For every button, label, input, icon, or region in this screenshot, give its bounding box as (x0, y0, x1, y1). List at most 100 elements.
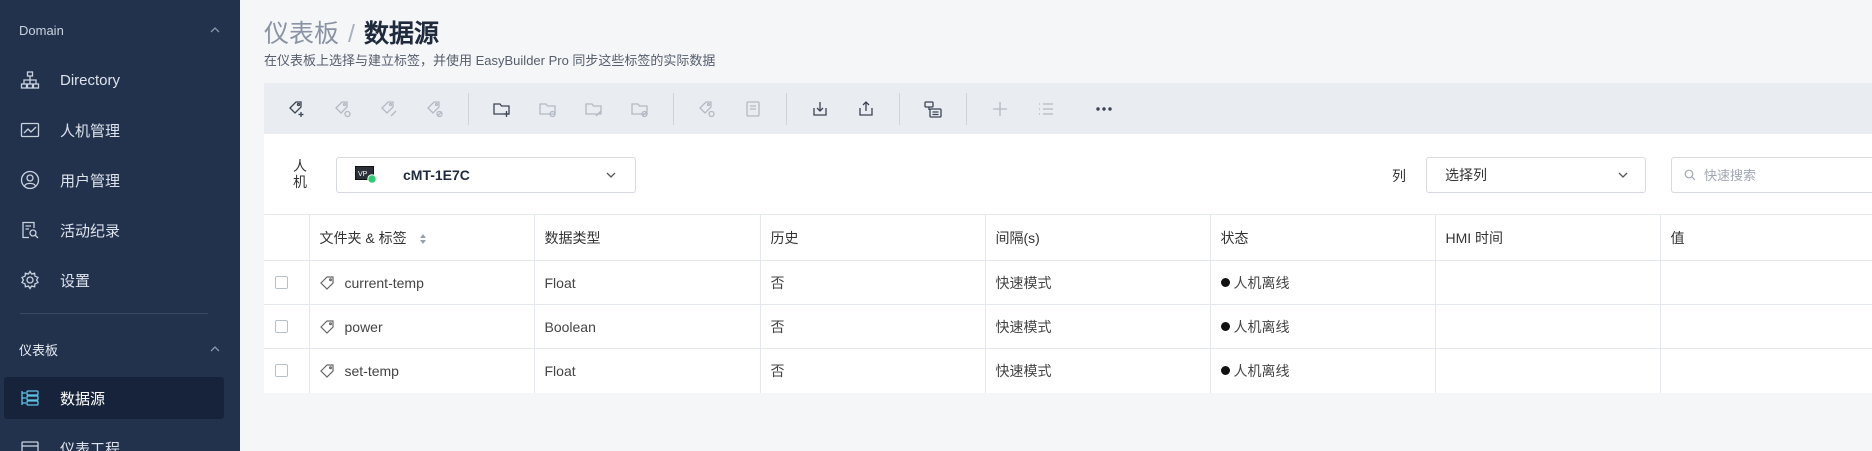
hmi-select[interactable]: VP cMT-1E7C (336, 157, 636, 193)
header-checkbox-cell (264, 214, 309, 261)
sitemap-icon (19, 69, 41, 91)
columns-select[interactable]: 选择列 (1426, 157, 1646, 193)
plus-icon (993, 101, 1007, 116)
sidebar-item-label: 活动纪录 (60, 222, 121, 240)
edit-folder-button[interactable] (571, 86, 617, 132)
chevron-down-icon (606, 172, 616, 178)
table-row[interactable]: current-temp Float 否 快速模式 人机离线 (264, 260, 1872, 305)
history-cell: 否 (759, 348, 985, 393)
tag-icon (319, 319, 334, 334)
toolbar-separator (673, 92, 674, 125)
sidebar-item-user-management[interactable]: 用户管理 (4, 159, 224, 201)
chevron-up-icon (210, 27, 220, 33)
sidebar-section-dashboard[interactable]: 仪表板 (0, 334, 240, 364)
row-checkbox[interactable] (275, 364, 288, 378)
delete-tag-button[interactable] (412, 86, 458, 132)
header-status: 状态 (1209, 214, 1435, 261)
table-row[interactable]: power Boolean 否 快速模式 人机离线 (264, 304, 1872, 349)
add-folder-button[interactable] (479, 86, 525, 132)
sidebar-item-directory[interactable]: Directory (4, 59, 224, 101)
folder-settings-button[interactable] (525, 86, 571, 132)
search-input[interactable] (1704, 167, 1864, 183)
row-checkbox[interactable] (275, 320, 288, 333)
export-button[interactable] (843, 86, 889, 132)
header-data-type: 数据类型 (533, 214, 760, 261)
interval-cell: 快速模式 (984, 348, 1210, 393)
hmi-device-icon: VP (355, 166, 377, 184)
user-circle-icon (19, 169, 41, 191)
search-icon (1684, 169, 1696, 181)
table-row[interactable]: set-temp Float 否 快速模式 人机离线 (264, 348, 1872, 393)
folder-delete-icon (631, 102, 648, 117)
sidebar-item-label: 数据源 (60, 390, 106, 408)
sidebar-item-label: 设置 (60, 272, 91, 290)
chevron-up-icon (210, 346, 220, 352)
tag-link-icon (699, 100, 715, 117)
delete-folder-button[interactable] (617, 86, 663, 132)
tag-name[interactable]: set-temp (345, 363, 399, 379)
tag-settings-button[interactable] (320, 86, 366, 132)
tag-delete-icon (427, 100, 443, 117)
folder-settings-icon (539, 102, 556, 117)
toolbar-separator (899, 92, 900, 125)
sidebar-item-hmi-management[interactable]: 人机管理 (4, 109, 224, 151)
edit-tag-button[interactable] (366, 86, 412, 132)
tag-name[interactable]: power (345, 319, 383, 335)
sidebar-item-dashboard-project[interactable]: 仪表工程 (4, 427, 224, 451)
status-text: 人机离线 (1233, 318, 1290, 335)
monitor-icon (19, 119, 41, 141)
hmi-label: 人机 (293, 158, 307, 190)
add-tag-button[interactable] (274, 86, 320, 132)
sidebar-item-label: 仪表工程 (60, 440, 121, 451)
sync-tags-button[interactable] (910, 86, 956, 132)
save-button[interactable] (730, 86, 776, 132)
tag-name[interactable]: current-temp (345, 275, 424, 291)
table-header-row: 文件夹 & 标签 数据类型 历史 间隔(s) 状态 HMI 时间 值 (264, 214, 1872, 261)
hmi-time-cell (1434, 304, 1660, 349)
sidebar-item-label: 人机管理 (60, 122, 121, 140)
breadcrumb-parent[interactable]: 仪表板 (264, 14, 339, 50)
svg-text:VP: VP (358, 171, 368, 178)
tag-settings-icon (335, 100, 351, 117)
more-horizontal-icon (1096, 106, 1112, 111)
history-cell: 否 (759, 260, 985, 305)
status-dot (1220, 322, 1230, 331)
list-icon (1039, 102, 1053, 115)
chevron-down-icon (1618, 172, 1628, 178)
toolbar-separator (468, 92, 469, 125)
data-type-cell: Boolean (533, 304, 760, 349)
status-text: 人机离线 (1233, 362, 1290, 379)
list-button[interactable] (1023, 86, 1069, 132)
tag-table: 文件夹 & 标签 数据类型 历史 间隔(s) 状态 HMI 时间 值 curre… (264, 214, 1872, 393)
sidebar-item-settings[interactable]: 设置 (4, 259, 224, 301)
sidebar-section-label: 仪表板 (19, 342, 59, 358)
status-dot (1220, 366, 1230, 376)
quick-search (1671, 157, 1872, 193)
sidebar-item-datasource[interactable]: 数据源 (4, 377, 224, 419)
import-button[interactable] (797, 86, 843, 132)
value-cell (1659, 304, 1872, 349)
value-cell (1659, 348, 1872, 393)
sync-tags-icon (924, 100, 942, 118)
add-button[interactable] (977, 86, 1023, 132)
sidebar-section-domain[interactable]: Domain (0, 15, 240, 45)
header-value: 值 (1659, 214, 1872, 261)
sort-icon[interactable] (419, 233, 427, 245)
page-subtitle: 在仪表板上选择与建立标签，并使用 EasyBuilder Pro 同步这些标签的… (264, 53, 716, 68)
header-interval: 间隔(s) (984, 214, 1210, 261)
columns-select-value: 选择列 (1445, 167, 1487, 183)
sidebar-section-label: Domain (19, 22, 64, 38)
more-button[interactable] (1081, 86, 1127, 132)
folder-edit-icon (585, 102, 602, 116)
hmi-time-cell (1434, 348, 1660, 393)
sidebar-item-activity-log[interactable]: 活动纪录 (4, 209, 224, 251)
breadcrumb: 仪表板 / 数据源 (264, 14, 439, 50)
row-checkbox[interactable] (275, 276, 288, 289)
header-history: 历史 (759, 214, 985, 261)
tag-icon (319, 275, 334, 290)
header-folder-tag[interactable]: 文件夹 & 标签 (308, 214, 534, 261)
tag-link-button[interactable] (684, 86, 730, 132)
toolbar-separator (966, 92, 967, 125)
history-cell: 否 (759, 304, 985, 349)
status-text: 人机离线 (1233, 274, 1290, 291)
